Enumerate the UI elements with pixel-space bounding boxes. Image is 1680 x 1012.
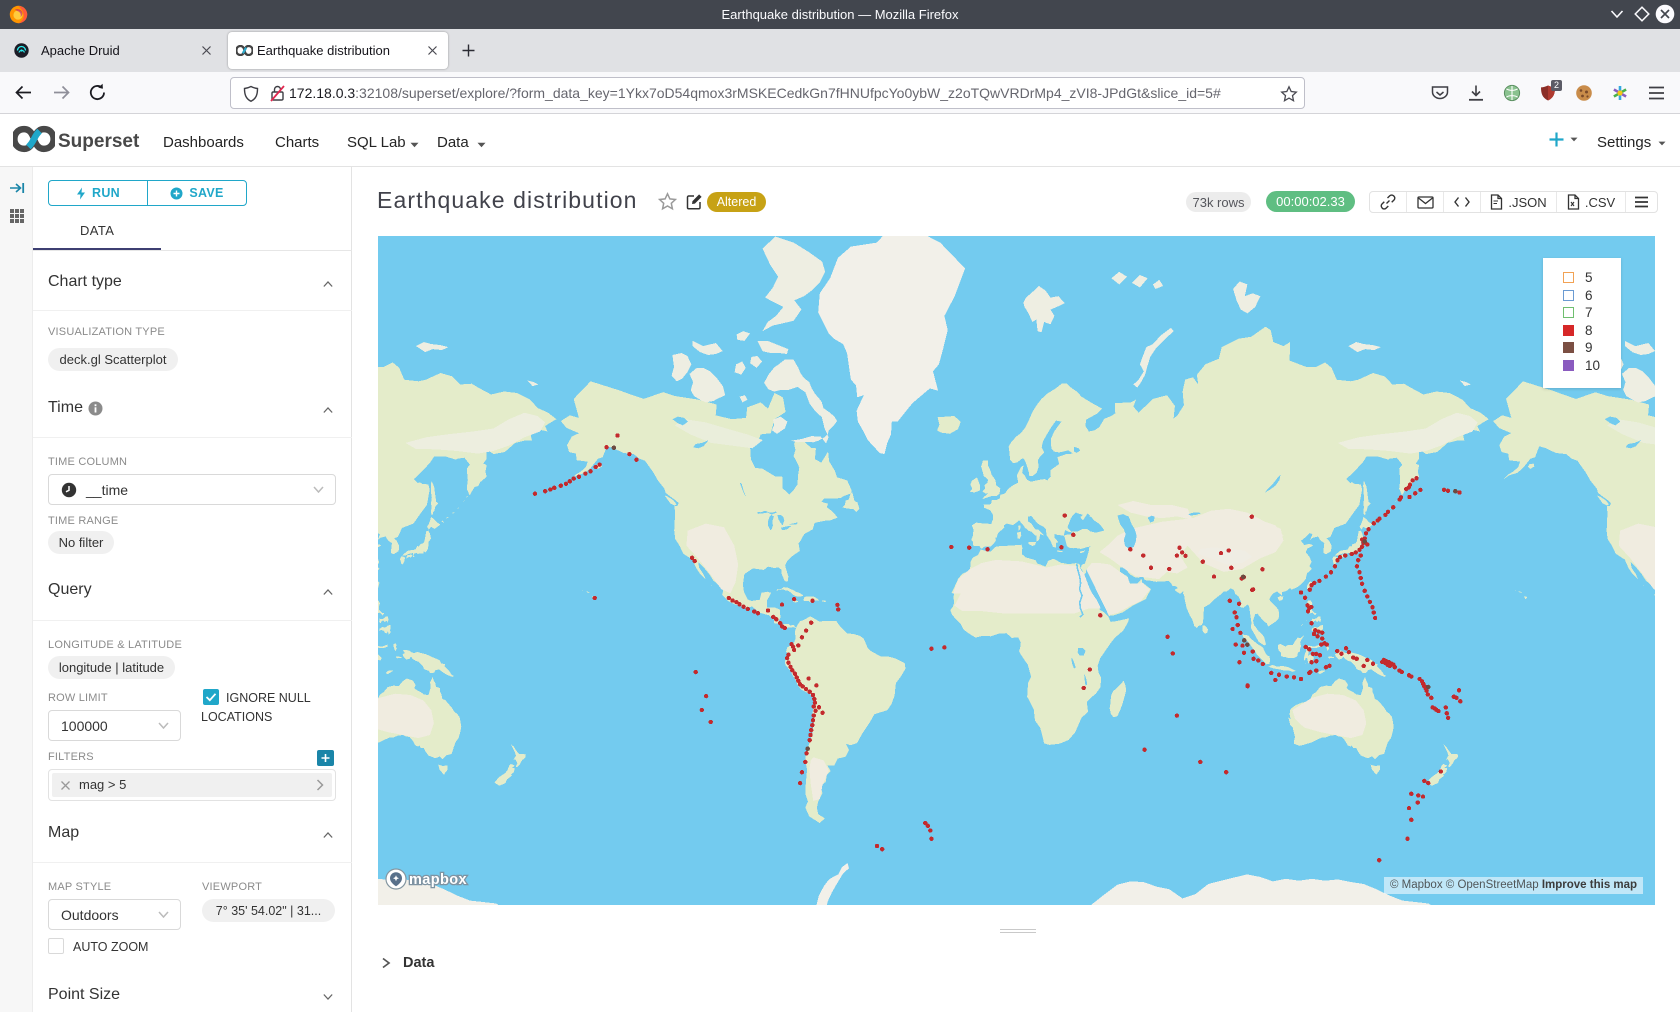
svg-text:mapbox: mapbox (409, 872, 467, 888)
